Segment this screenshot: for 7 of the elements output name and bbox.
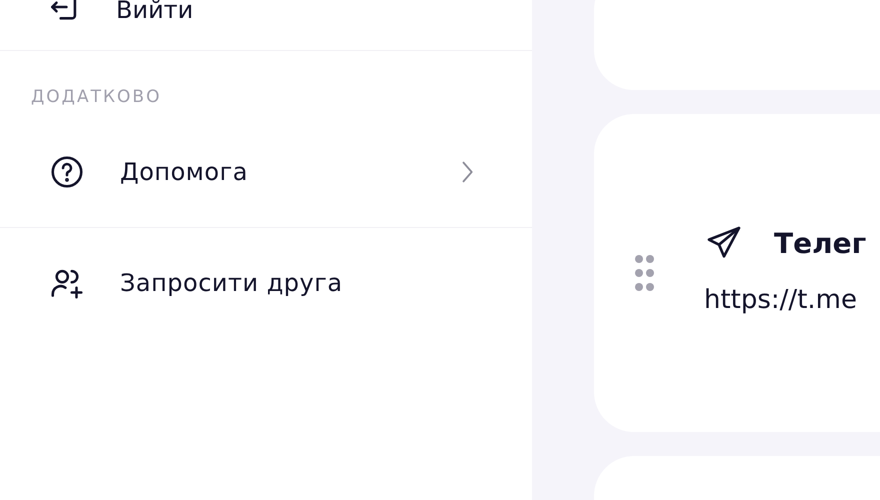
menu-item[interactable]: Запросити друга <box>0 228 532 338</box>
menu-item[interactable]: Допомога <box>0 117 532 227</box>
drag-handle-icon[interactable] <box>634 254 656 292</box>
link-url[interactable]: https://t.me <box>704 285 866 315</box>
logout-link[interactable]: Вийти <box>116 0 194 24</box>
card-title: Телег <box>774 226 866 260</box>
section-title: ДОДАТКОВО <box>30 86 162 109</box>
